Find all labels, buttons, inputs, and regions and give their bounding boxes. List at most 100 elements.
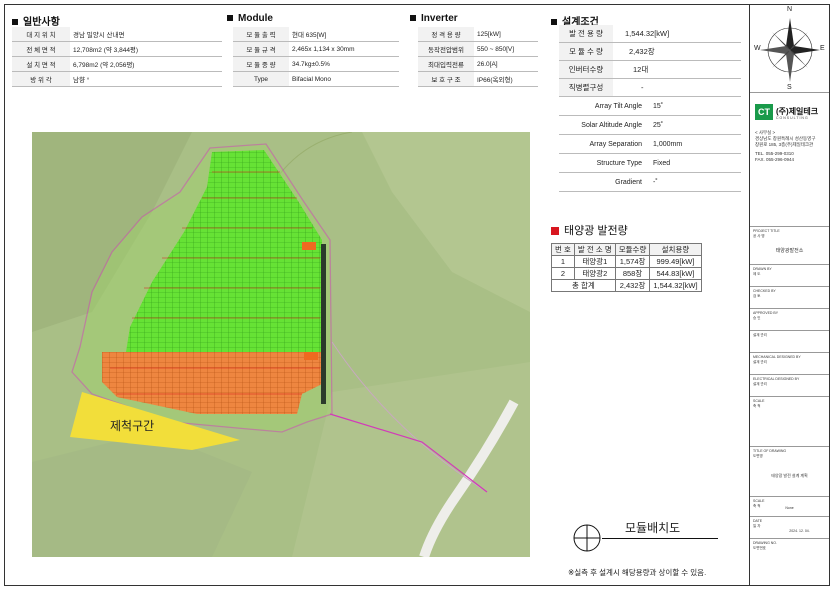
spec-key: 보 호 구 조 <box>418 71 474 87</box>
table-header: 설치용량 <box>649 243 702 256</box>
bullet-square-icon <box>12 19 18 26</box>
spec-value: 125[kW] <box>474 27 538 42</box>
spec-key: 최대입력전류 <box>418 56 474 72</box>
table-cell: 총 합계 <box>551 279 616 292</box>
spec-key: 인버터수량 <box>559 60 613 79</box>
compass-north: N <box>787 6 793 13</box>
compass-west: W <box>754 45 761 52</box>
spec-value: 2,465x 1,134 x 30mm <box>289 41 399 57</box>
spec-key: 설 치 면 적 <box>12 56 70 72</box>
spec-key: Type <box>233 71 289 87</box>
compass: N S W E <box>754 6 825 94</box>
table-row: 발 전 용 량 1,544.32[kW] <box>559 25 741 43</box>
table-row: 총 합계 2,432장 1,544.32[kW] <box>551 279 702 292</box>
module-header: Module <box>227 13 273 24</box>
title-block: N S W E CT (주)제일테크 CONSULTING < 사무실 > 경상… <box>749 4 830 586</box>
spec-value: 26.0[A] <box>474 56 538 72</box>
table-row: Structure Type Fixed <box>559 153 741 173</box>
spec-value: -˚ <box>645 172 741 192</box>
spec-key: 모 듈 중 량 <box>233 56 289 72</box>
table-cell: 1,544.32[kW] <box>649 279 702 292</box>
table-cell: 999.49[kW] <box>649 255 702 268</box>
table-row: Array Separation 1,000mm <box>559 134 741 154</box>
bullet-square-icon <box>227 15 233 22</box>
spec-value: 1,000mm <box>645 134 741 154</box>
spec-key: 모 듈 출 력 <box>233 27 289 42</box>
spec-value: 1,544.32[kW] <box>613 25 741 43</box>
scale-row: SCALE 축 척 <box>750 396 829 447</box>
table-row: 직병렬구성 - <box>559 78 741 97</box>
spec-value: - <box>613 78 741 97</box>
general-table: 대 지 위 치 경남 밀양시 산내면 전 체 면 적 12,708m2 (약 3,8… <box>12 27 222 87</box>
spec-key: Array Tilt Angle <box>559 97 645 116</box>
spec-value: IP66(옥외형) <box>474 71 538 87</box>
table-cell: 2 <box>551 267 575 280</box>
company-info: < 사무실 > 경상남도 창원특례시 성산동영구 창원로 185, 3층(주)제… <box>755 130 816 162</box>
table-cell: 태양광1 <box>573 255 616 268</box>
logo-mark: CT <box>755 104 773 120</box>
spec-key: 정 격 용 량 <box>418 27 474 42</box>
spec-key: 대 지 위 치 <box>12 27 70 42</box>
compass-east: E <box>820 45 825 52</box>
inverter-block <box>304 352 318 360</box>
spec-value: 2,432장 <box>613 42 741 61</box>
access-road-strip <box>321 244 326 404</box>
table-row: Array Tilt Angle 15˚ <box>559 97 741 116</box>
mech-row: MECHANICAL DESIGNED BY 설계 관리 <box>750 352 829 375</box>
table-row: 모 듈 수 량 2,432장 <box>559 42 741 61</box>
spec-key: 방 위 각 <box>12 71 70 87</box>
spec-key: Array Separation <box>559 134 645 154</box>
table-cell: 1 <box>551 255 575 268</box>
spec-value: 경남 밀양시 산내면 <box>70 27 222 42</box>
elec-row: ELECTRICAL DESIGNED BY 설계 관리 <box>750 374 829 397</box>
generation-header: 태양광 발전량 <box>551 222 628 238</box>
general-header: 일반사항 <box>12 13 60 28</box>
restricted-zone-label: 제척구간 <box>110 419 154 433</box>
compass-south: S <box>787 84 792 91</box>
table-header: 번 호 <box>551 243 575 256</box>
table-cell: 2,432장 <box>614 279 651 292</box>
spec-key: 직병렬구성 <box>559 78 613 97</box>
spec-key: 모 듈 규 격 <box>233 41 289 57</box>
spec-value: Fixed <box>645 153 741 173</box>
spec-value: 6,798m2 (약 2,056평) <box>70 56 222 72</box>
table-row: 1 태양광1 1,574장 999.49[kW] <box>551 255 702 268</box>
table-row: 설 치 면 적 6,798m2 (약 2,056평) <box>12 56 222 72</box>
drawn-row: DRAWN BY 제 도 <box>750 264 829 287</box>
design-angle-table: Array Tilt Angle 15˚ Solar Altitude Angle… <box>559 97 741 192</box>
spec-key: 발 전 용 량 <box>559 25 613 43</box>
plan-title-symbol <box>572 523 602 553</box>
spec-value: 550 ~ 850[V] <box>474 41 538 57</box>
spec-key: Gradient <box>559 172 645 192</box>
compass-rose-icon <box>760 18 820 82</box>
spec-key: 모 듈 수 량 <box>559 42 613 61</box>
spec-key: Structure Type <box>559 153 645 173</box>
spec-value: Bifacial Mono <box>289 71 399 87</box>
company-sub: CONSULTING <box>776 116 809 120</box>
table-row: Type Bifacial Mono <box>233 71 399 87</box>
company-logo: CT (주)제일테크 CONSULTING <box>755 104 825 124</box>
bullet-square-icon <box>551 19 557 26</box>
spec-value: 현대 635[W] <box>289 27 399 42</box>
spec-value: 남향 ° <box>70 71 222 87</box>
table-row: 인버터수량 12대 <box>559 60 741 79</box>
table-cell: 544.83[kW] <box>649 267 702 280</box>
design-row: 설계 관리 <box>750 330 829 353</box>
inverter-table: 정 격 용 량 125[kW] 동작전압범위 550 ~ 850[V] 최대입력전류… <box>418 27 538 87</box>
design-table: 발 전 용 량 1,544.32[kW] 모 듈 수 량 2,432장 인버터수량 1… <box>559 25 741 97</box>
bullet-square-icon <box>551 227 559 236</box>
table-cell: 태양광2 <box>573 267 616 280</box>
site-plan-map: 제척구간 <box>32 132 530 557</box>
spec-key: 전 체 면 적 <box>12 41 70 57</box>
table-row: 최대입력전류 26.0[A] <box>418 56 538 72</box>
spec-value: 12대 <box>613 60 741 79</box>
checked-row: CHECKED BY 검 토 <box>750 286 829 309</box>
table-row: 모 듈 출 력 현대 635[W] <box>233 27 399 42</box>
plan-title-underline <box>602 538 718 539</box>
drawing-no-row: DRAWING NO. 도면번호 <box>750 538 829 585</box>
spec-value: 15˚ <box>645 97 741 116</box>
table-row: 모 듈 규 격 2,465x 1,134 x 30mm <box>233 41 399 57</box>
spec-key: 동작전압범위 <box>418 41 474 57</box>
table-row: 2 태양광2 858장 544.83[kW] <box>551 267 702 280</box>
table-row: Gradient -˚ <box>559 172 741 192</box>
